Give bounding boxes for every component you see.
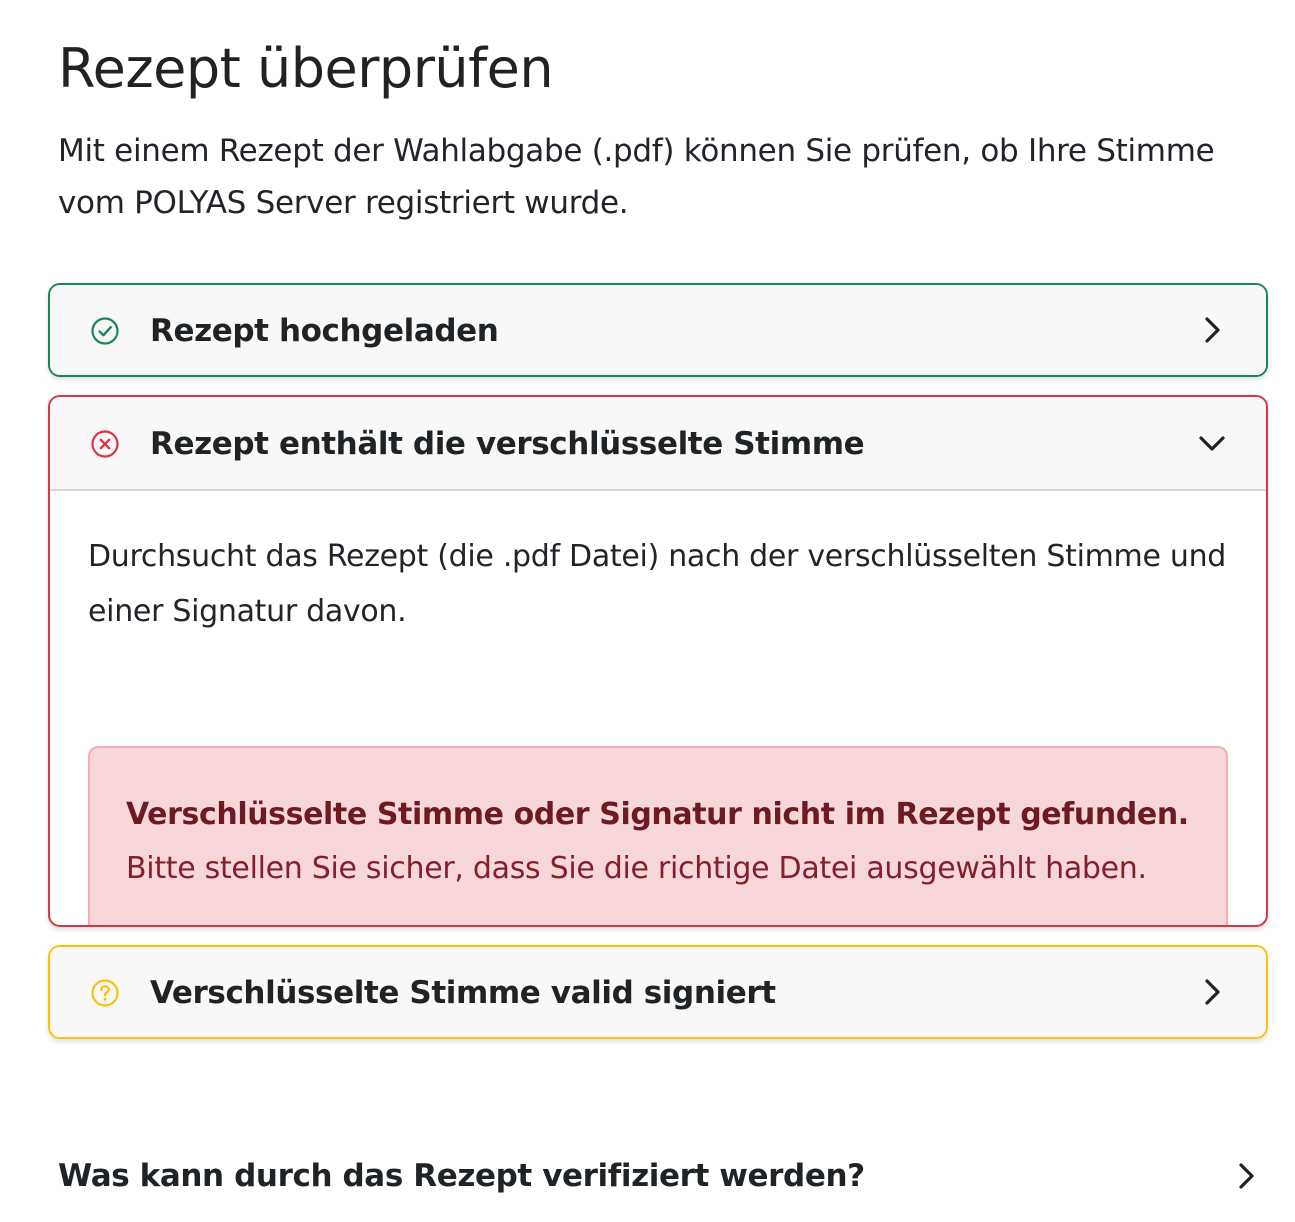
check-title: Rezept enthält die verschlüsselte Stimme xyxy=(150,426,865,462)
check-title: Rezept hochgeladen xyxy=(150,313,499,349)
check-title: Verschlüsselte Stimme valid signiert xyxy=(150,975,776,1011)
chevron-down-icon[interactable] xyxy=(1198,430,1226,458)
question-circle-icon xyxy=(91,979,119,1007)
x-circle-icon xyxy=(91,430,119,458)
page-intro: Mit einem Rezept der Wahlabgabe (.pdf) k… xyxy=(58,133,1215,221)
check-header-receipt-contains-vote[interactable]: Rezept enthält die verschlüsselte Stimme xyxy=(50,397,1266,491)
check-card-receipt-uploaded: Rezept hochgeladen xyxy=(48,283,1268,377)
faq-what-can-be-verified[interactable]: Was kann durch das Rezept verifiziert we… xyxy=(58,1146,1268,1206)
error-alert-text: Bitte stellen Sie sicher, dass Sie die r… xyxy=(126,851,1147,886)
chevron-right-icon[interactable] xyxy=(1198,316,1226,344)
check-card-receipt-contains-vote: Rezept enthält die verschlüsselte Stimme… xyxy=(48,395,1268,927)
check-header-receipt-uploaded[interactable]: Rezept hochgeladen xyxy=(50,285,1266,375)
check-header-vote-validly-signed[interactable]: Verschlüsselte Stimme valid signiert xyxy=(50,947,1266,1037)
faq-question: Was kann durch das Rezept verifiziert we… xyxy=(58,1158,865,1194)
error-alert: Verschlüsselte Stimme oder Signatur nich… xyxy=(88,746,1228,925)
check-card-vote-validly-signed: Verschlüsselte Stimme valid signiert xyxy=(48,945,1268,1039)
check-description: Durchsucht das Rezept (die .pdf Datei) n… xyxy=(88,539,1227,629)
error-alert-title: Verschlüsselte Stimme oder Signatur nich… xyxy=(126,797,1189,832)
chevron-right-icon[interactable] xyxy=(1198,978,1226,1006)
page-title: Rezept überprüfen xyxy=(58,37,554,100)
check-circle-icon xyxy=(91,317,119,345)
chevron-right-icon[interactable] xyxy=(1232,1162,1260,1190)
